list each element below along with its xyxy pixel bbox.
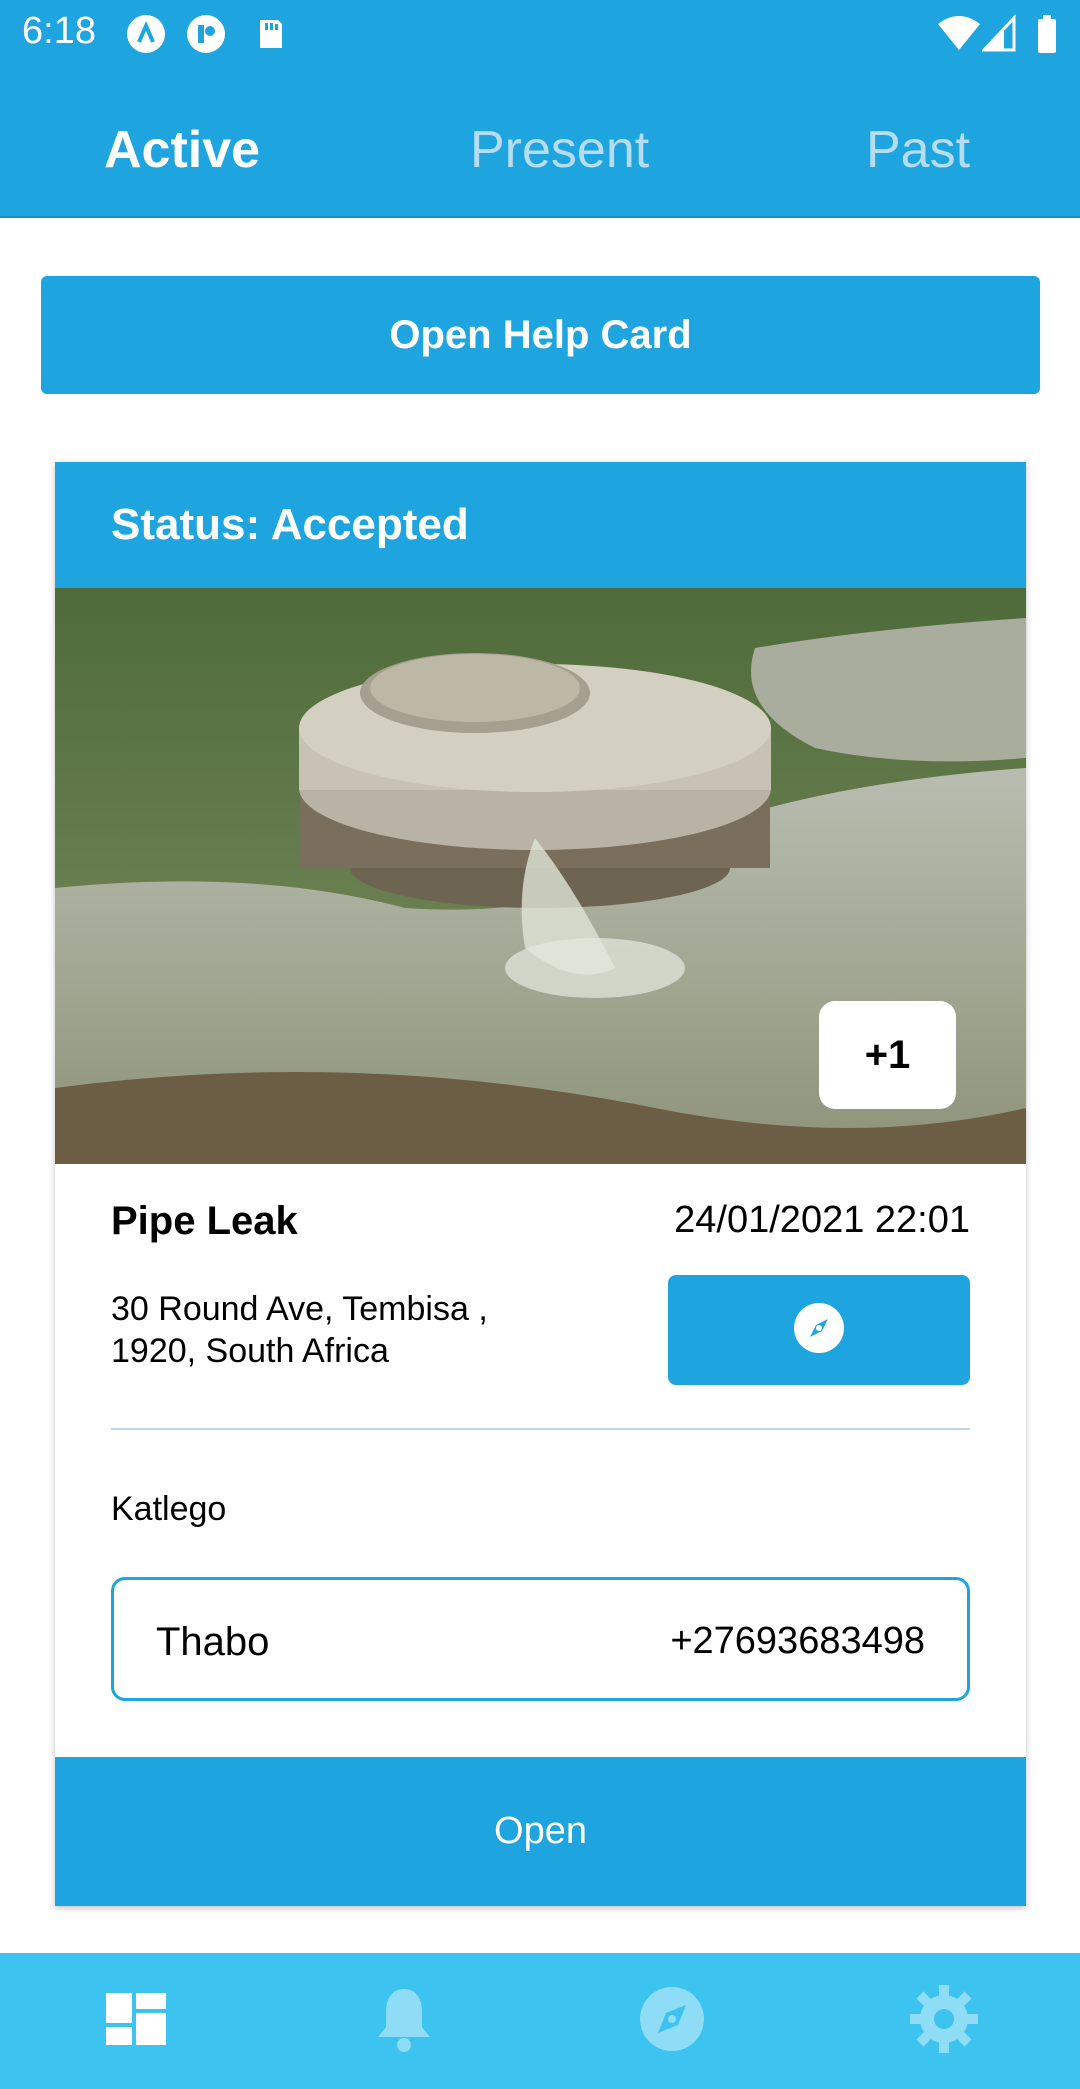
tab-past[interactable]: Past (866, 120, 970, 180)
incident-photo[interactable]: +1 (55, 588, 1026, 1164)
signal-icon (980, 14, 1016, 59)
compass-icon (793, 1302, 845, 1359)
wifi-icon (936, 14, 982, 59)
dashboard-icon[interactable] (100, 1983, 172, 2055)
status-time: 6:18 (22, 10, 96, 52)
app-p-icon (186, 14, 226, 54)
tab-active[interactable]: Active (104, 120, 260, 180)
battery-icon (1036, 14, 1058, 59)
open-help-card-button[interactable]: Open Help Card (41, 276, 1040, 394)
compass-icon[interactable] (636, 1983, 708, 2055)
tab-present[interactable]: Present (470, 120, 649, 180)
contact-phone[interactable]: +27693683498 (670, 1620, 925, 1663)
open-button[interactable]: Open (55, 1757, 1026, 1906)
incident-address: 30 Round Ave, Tembisa , 1920, South Afri… (111, 1288, 571, 1372)
incident-datetime: 24/01/2021 22:01 (674, 1199, 970, 1241)
navigate-button[interactable] (668, 1275, 970, 1385)
address-line-2: 1920, South Africa (111, 1332, 389, 1370)
contact-field[interactable]: Thabo +27693683498 (111, 1577, 970, 1701)
bell-icon[interactable] (368, 1983, 440, 2055)
app-a-icon (126, 14, 166, 54)
incident-title: Pipe Leak (111, 1199, 298, 1243)
gear-icon[interactable] (908, 1983, 980, 2055)
card-status: Status: Accepted (55, 462, 1026, 588)
status-bar: 6:18 (0, 0, 1080, 70)
bottom-nav (0, 1953, 1080, 2089)
sd-card-icon (250, 14, 290, 54)
address-line-1: 30 Round Ave, Tembisa , (111, 1290, 488, 1328)
more-photos-badge[interactable]: +1 (819, 1001, 956, 1109)
divider (111, 1428, 970, 1430)
incident-card: Status: Accepted +1 Pipe Leak 24/01/2021… (55, 462, 1026, 1906)
tab-bar: Active Present Past (0, 70, 1080, 218)
reporter-name: Katlego (111, 1490, 227, 1528)
contact-name: Thabo (156, 1620, 270, 1664)
